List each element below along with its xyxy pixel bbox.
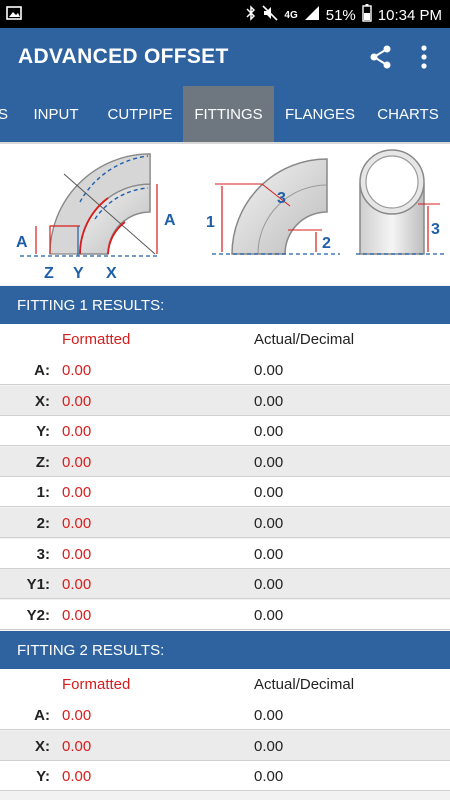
table-row: A: 0.00 0.00 [0, 700, 450, 730]
label-a-left: A [16, 234, 28, 251]
fitting1-column-headers: Formatted Actual/Decimal [0, 324, 450, 356]
row-label: A: [34, 362, 50, 379]
table-row: 1: 0.00 0.00 [0, 477, 450, 508]
label-2: 2 [322, 235, 331, 252]
actual-value: 0.00 [254, 453, 284, 471]
elbow-offset-drawing: A A Z Y X [16, 153, 176, 282]
actual-value: 0.00 [254, 576, 284, 594]
table-row: Y: 0.00 0.00 [0, 761, 450, 792]
actual-value: 0.00 [254, 362, 284, 379]
row-label: X: [35, 737, 50, 755]
fittings-diagram: A A Z Y X 1 2 3 3 [0, 142, 450, 285]
status-bar: 4G 51% 10:34 PM [0, 0, 450, 28]
fitting2-col-formatted: Formatted [62, 676, 131, 693]
label-y: Y [73, 265, 84, 282]
formatted-value: 0.00 [62, 484, 92, 502]
row-label: 3: [36, 545, 50, 563]
network-type: 4G [284, 9, 298, 21]
formatted-value: 0.00 [62, 606, 92, 624]
row-label: Y1: [26, 576, 50, 594]
formatted-value: 0.00 [62, 707, 92, 724]
tab-charts[interactable]: CHARTS [366, 86, 450, 142]
label-3-right: 3 [431, 221, 440, 238]
fitting2-header: FITTING 2 RESULTS: [0, 631, 450, 669]
label-3-middle: 3 [277, 190, 286, 207]
table-row: Z: 0.00 0.00 [0, 446, 450, 477]
row-label: Y: [36, 768, 50, 786]
row-label: X: [35, 392, 50, 410]
actual-value: 0.00 [254, 392, 284, 410]
fitting1-col-actual: Actual/Decimal [254, 331, 355, 348]
tee-drawing: 3 [356, 149, 446, 255]
app-title: ADVANCED OFFSET [18, 45, 229, 68]
label-x: X [106, 265, 117, 282]
fitting1-col-formatted: Formatted [62, 331, 131, 348]
formatted-value: 0.00 [62, 423, 92, 441]
tab-flanges[interactable]: FLANGES [274, 86, 366, 142]
app-bar: ADVANCED OFFSET [0, 28, 450, 86]
label-1: 1 [206, 214, 215, 231]
formatted-value: 0.00 [62, 515, 92, 532]
label-a-right: A [164, 212, 176, 229]
formatted-value: 0.00 [62, 768, 92, 786]
table-row: X: 0.00 0.00 [0, 730, 450, 761]
actual-value: 0.00 [254, 545, 284, 563]
formatted-value: 0.00 [62, 453, 92, 471]
elbow-dimension-drawing: 1 2 3 [206, 158, 340, 255]
fitting1-header: FITTING 1 RESULTS: [0, 286, 450, 324]
actual-value: 0.00 [254, 707, 284, 724]
tab-input[interactable]: INPUT [14, 86, 98, 142]
tab-cutpipe[interactable]: CUTPIPE [98, 86, 182, 142]
row-label: 2: [36, 515, 50, 532]
share-icon[interactable] [368, 44, 394, 70]
row-label: Y: [36, 423, 50, 441]
tab-fittings[interactable]: FITTINGS [183, 86, 274, 142]
table-row: Y2: 0.00 0.00 [0, 599, 450, 630]
formatted-value: 0.00 [62, 362, 92, 379]
row-label: 1: [36, 484, 50, 502]
bluetooth-icon [246, 5, 256, 25]
table-row: 2: 0.00 0.00 [0, 508, 450, 538]
tab-settings-partial[interactable]: S [0, 86, 12, 142]
table-row: 3: 0.00 0.00 [0, 538, 450, 569]
formatted-value: 0.00 [62, 737, 92, 755]
actual-value: 0.00 [254, 484, 284, 502]
table-row: X: 0.00 0.00 [0, 385, 450, 416]
fitting2-column-headers: Formatted Actual/Decimal [0, 669, 450, 701]
clock: 10:34 PM [377, 6, 442, 24]
tab-bar: S INPUT CUTPIPE FITTINGS FLANGES CHARTS [0, 86, 450, 142]
signal-icon [304, 5, 320, 25]
more-options-icon[interactable] [418, 44, 430, 70]
battery-icon [362, 4, 372, 26]
actual-value: 0.00 [254, 737, 284, 755]
row-label: Z: [35, 453, 50, 471]
actual-value: 0.00 [254, 768, 284, 786]
mute-icon [262, 5, 278, 25]
label-z: Z [44, 265, 54, 282]
formatted-value: 0.00 [62, 576, 92, 594]
table-row: Y: 0.00 0.00 [0, 416, 450, 447]
formatted-value: 0.00 [62, 545, 92, 563]
table-row: Y1: 0.00 0.00 [0, 569, 450, 600]
battery-percent: 51% [325, 6, 356, 24]
actual-value: 0.00 [254, 515, 284, 532]
fitting2-col-actual: Actual/Decimal [254, 676, 355, 693]
row-label: Y2: [26, 606, 50, 624]
row-label: A: [34, 707, 50, 724]
gallery-notification-icon [6, 6, 22, 24]
actual-value: 0.00 [254, 423, 284, 441]
formatted-value: 0.00 [62, 392, 92, 410]
actual-value: 0.00 [254, 606, 284, 624]
table-row: A: 0.00 0.00 [0, 355, 450, 385]
